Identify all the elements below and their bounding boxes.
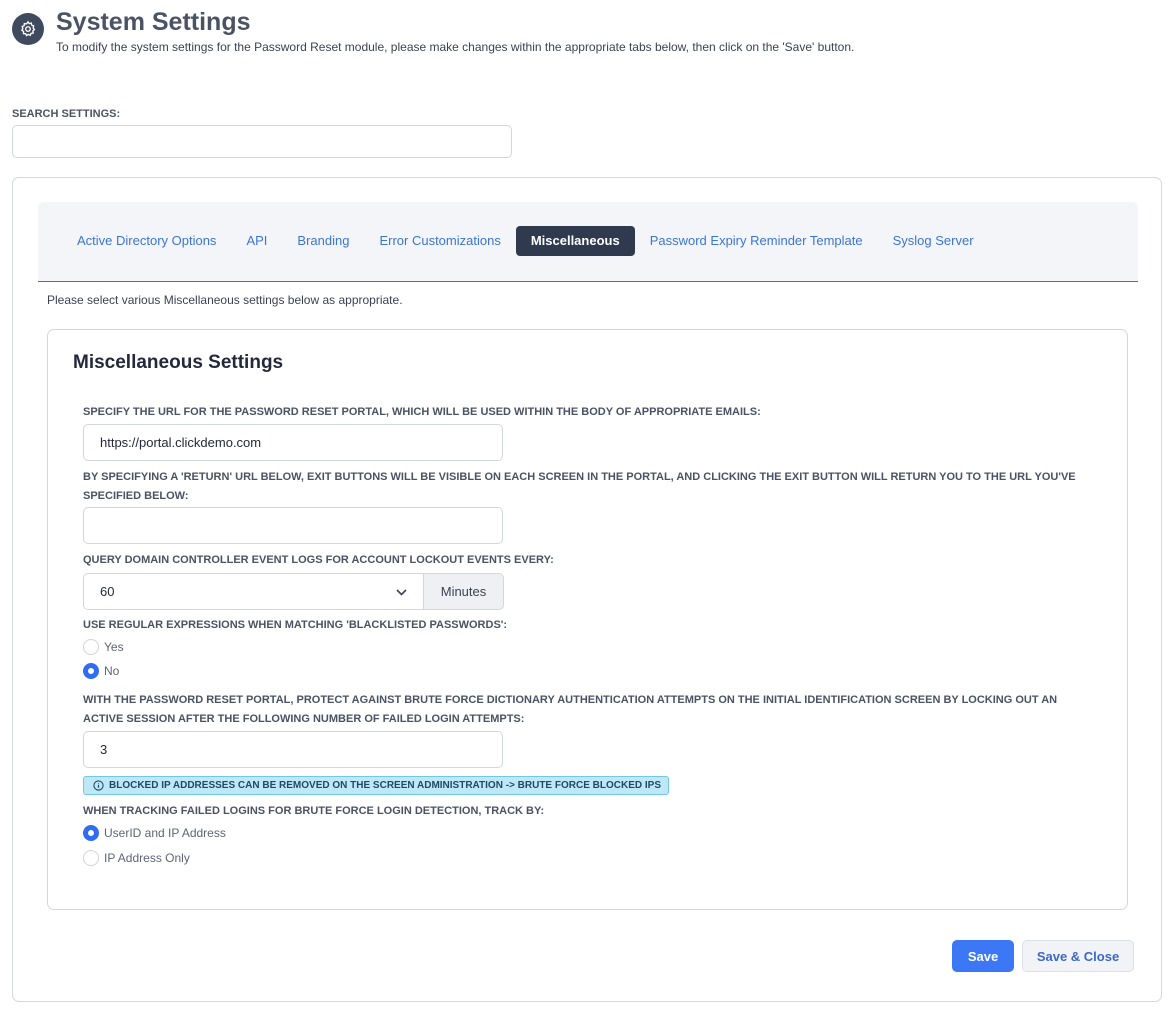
tracking-option-ip-only[interactable]: IP Address Only [83,850,190,866]
save-button[interactable]: Save [952,940,1014,972]
radio-checked-icon[interactable] [83,825,99,841]
regex-option-no-label: No [104,664,120,678]
miscellaneous-settings-panel: Miscellaneous Settings SPECIFY THE URL F… [47,329,1128,910]
tab-error-customizations[interactable]: Error Customizations [364,226,515,256]
tab-miscellaneous[interactable]: Miscellaneous [515,226,635,256]
search-input[interactable] [12,125,512,158]
blocked-ips-info-text: BLOCKED IP ADDRESSES CAN BE REMOVED ON T… [109,780,661,791]
tab-active-directory-options[interactable]: Active Directory Options [38,226,231,256]
section-title: Miscellaneous Settings [73,352,284,373]
return-url-label: BY SPECIFYING A 'RETURN' URL BELOW, EXIT… [83,471,1076,502]
query-interval-value: 60 [100,584,115,599]
tracking-option-userid-ip-label: UserID and IP Address [104,826,226,840]
tab-branding[interactable]: Branding [282,226,364,256]
query-interval-unit: Minutes [424,573,504,610]
tab-list: Active Directory Options API Branding Er… [38,226,989,256]
gear-icon [12,13,44,45]
portal-url-label: SPECIFY THE URL FOR THE PASSWORD RESET P… [83,406,761,418]
return-url-input[interactable] [83,507,503,544]
query-interval-label: QUERY DOMAIN CONTROLLER EVENT LOGS FOR A… [83,554,554,566]
tracking-label: WHEN TRACKING FAILED LOGINS FOR BRUTE FO… [83,805,545,817]
radio-unchecked-icon[interactable] [83,639,99,655]
brute-force-attempts-input[interactable] [83,731,503,768]
save-and-close-button[interactable]: Save & Close [1022,940,1134,972]
tracking-option-userid-ip[interactable]: UserID and IP Address [83,825,226,841]
query-interval-select[interactable]: 60 [83,573,424,610]
settings-card: Active Directory Options API Branding Er… [12,177,1162,1002]
tab-syslog-server[interactable]: Syslog Server [878,226,989,256]
page-subtitle: To modify the system settings for the Pa… [56,40,855,54]
regex-option-yes-label: Yes [104,640,124,654]
portal-url-input[interactable] [83,424,503,461]
regex-option-no[interactable]: No [83,663,119,679]
info-icon [93,780,104,791]
brute-force-label: WITH THE PASSWORD RESET PORTAL, PROTECT … [83,694,1058,725]
regex-option-yes[interactable]: Yes [83,639,124,655]
radio-unchecked-icon[interactable] [83,850,99,866]
chevron-down-icon [396,584,407,599]
blocked-ips-info-badge: BLOCKED IP ADDRESSES CAN BE REMOVED ON T… [83,776,669,795]
query-interval-group: 60 Minutes [83,573,504,610]
radio-checked-icon[interactable] [83,663,99,679]
page-title: System Settings [56,8,251,36]
tab-password-expiry-reminder-template[interactable]: Password Expiry Reminder Template [635,226,878,256]
search-label: SEARCH SETTINGS: [12,108,121,120]
tab-bar: Active Directory Options API Branding Er… [38,202,1138,282]
regex-label: USE REGULAR EXPRESSIONS WHEN MATCHING 'B… [83,619,508,631]
tab-description: Please select various Miscellaneous sett… [47,293,403,307]
tab-api[interactable]: API [231,226,282,256]
tracking-option-ip-only-label: IP Address Only [104,851,190,865]
